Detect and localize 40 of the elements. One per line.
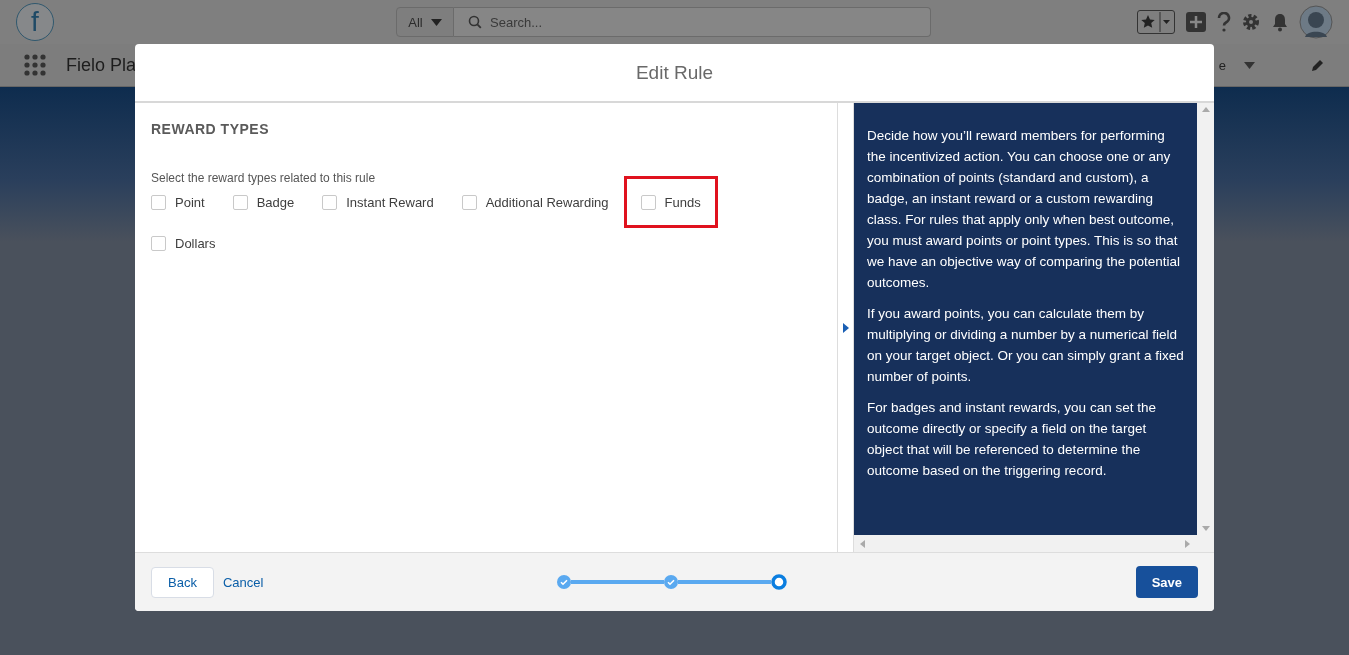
checkbox[interactable] <box>461 194 477 210</box>
checkbox[interactable] <box>640 194 656 210</box>
help-paragraph: If you award points, you can calculate them by multiplying or dividing a number by a numerical field on your target object. Or you can simply grant a fixed number of points. <box>867 305 1185 386</box>
checkbox-label[interactable]: Badge <box>256 194 295 210</box>
cancel-link[interactable]: Cancel <box>222 574 264 590</box>
checkbox[interactable] <box>151 235 166 251</box>
expand-arrow-icon[interactable] <box>842 322 849 333</box>
bell-icon[interactable] <box>1271 12 1289 32</box>
avatar-icon[interactable] <box>1299 5 1333 39</box>
nav-tab[interactable]: e <box>1218 57 1226 73</box>
checkbox-label[interactable]: Dollars <box>175 235 216 251</box>
favorites-button[interactable] <box>1137 10 1175 34</box>
search-icon <box>468 15 482 29</box>
caret-icon[interactable] <box>430 18 442 26</box>
scroll-right-icon[interactable] <box>1185 539 1190 548</box>
search-field[interactable]: Search... <box>482 13 930 31</box>
plus-icon[interactable] <box>1185 11 1207 33</box>
checkbox-label[interactable]: Funds <box>664 194 701 210</box>
scroll-up-icon[interactable] <box>1201 107 1210 112</box>
checkbox[interactable] <box>232 194 248 210</box>
save-button[interactable]: Save <box>1135 566 1198 598</box>
checkbox-label[interactable]: Instant Reward <box>346 194 434 210</box>
back-button[interactable]: Back <box>151 566 214 598</box>
scroll-left-icon[interactable] <box>860 539 865 548</box>
help-icon[interactable] <box>1217 12 1231 32</box>
app-launcher-icon[interactable] <box>24 54 46 76</box>
scroll-down-icon[interactable] <box>1201 526 1210 531</box>
pencil-icon[interactable] <box>1311 58 1325 72</box>
checkbox-label[interactable]: Point <box>175 194 205 210</box>
app-name: Fielo Pla <box>66 54 137 76</box>
checkbox-label[interactable]: Additional Rewarding <box>485 194 609 210</box>
checkbox[interactable] <box>151 194 166 210</box>
help-paragraph: Decide how you’ll reward members for performing the incentivized action. You can choose one or any combination of points (standard and custom), a badge, an instant reward or a custom rewarding class. For rules that apply only when best outcome, you must award points or point types. This is so that we have an objective way of comparing the potential outcomes. <box>867 127 1181 292</box>
settings-icon[interactable] <box>1241 12 1261 32</box>
help-paragraph: For badges and instant rewards, you can set the outcome directly or specify a field on the target object that will be referenced to determine the outcome based on the triggering record. <box>867 399 1157 480</box>
checkbox[interactable] <box>322 194 338 210</box>
instruction-text: Select the reward types related to this rule <box>151 171 377 185</box>
search-box[interactable]: Search... <box>454 7 931 37</box>
section-title: REWARD TYPES <box>151 121 270 137</box>
caret-icon[interactable] <box>1244 61 1255 69</box>
